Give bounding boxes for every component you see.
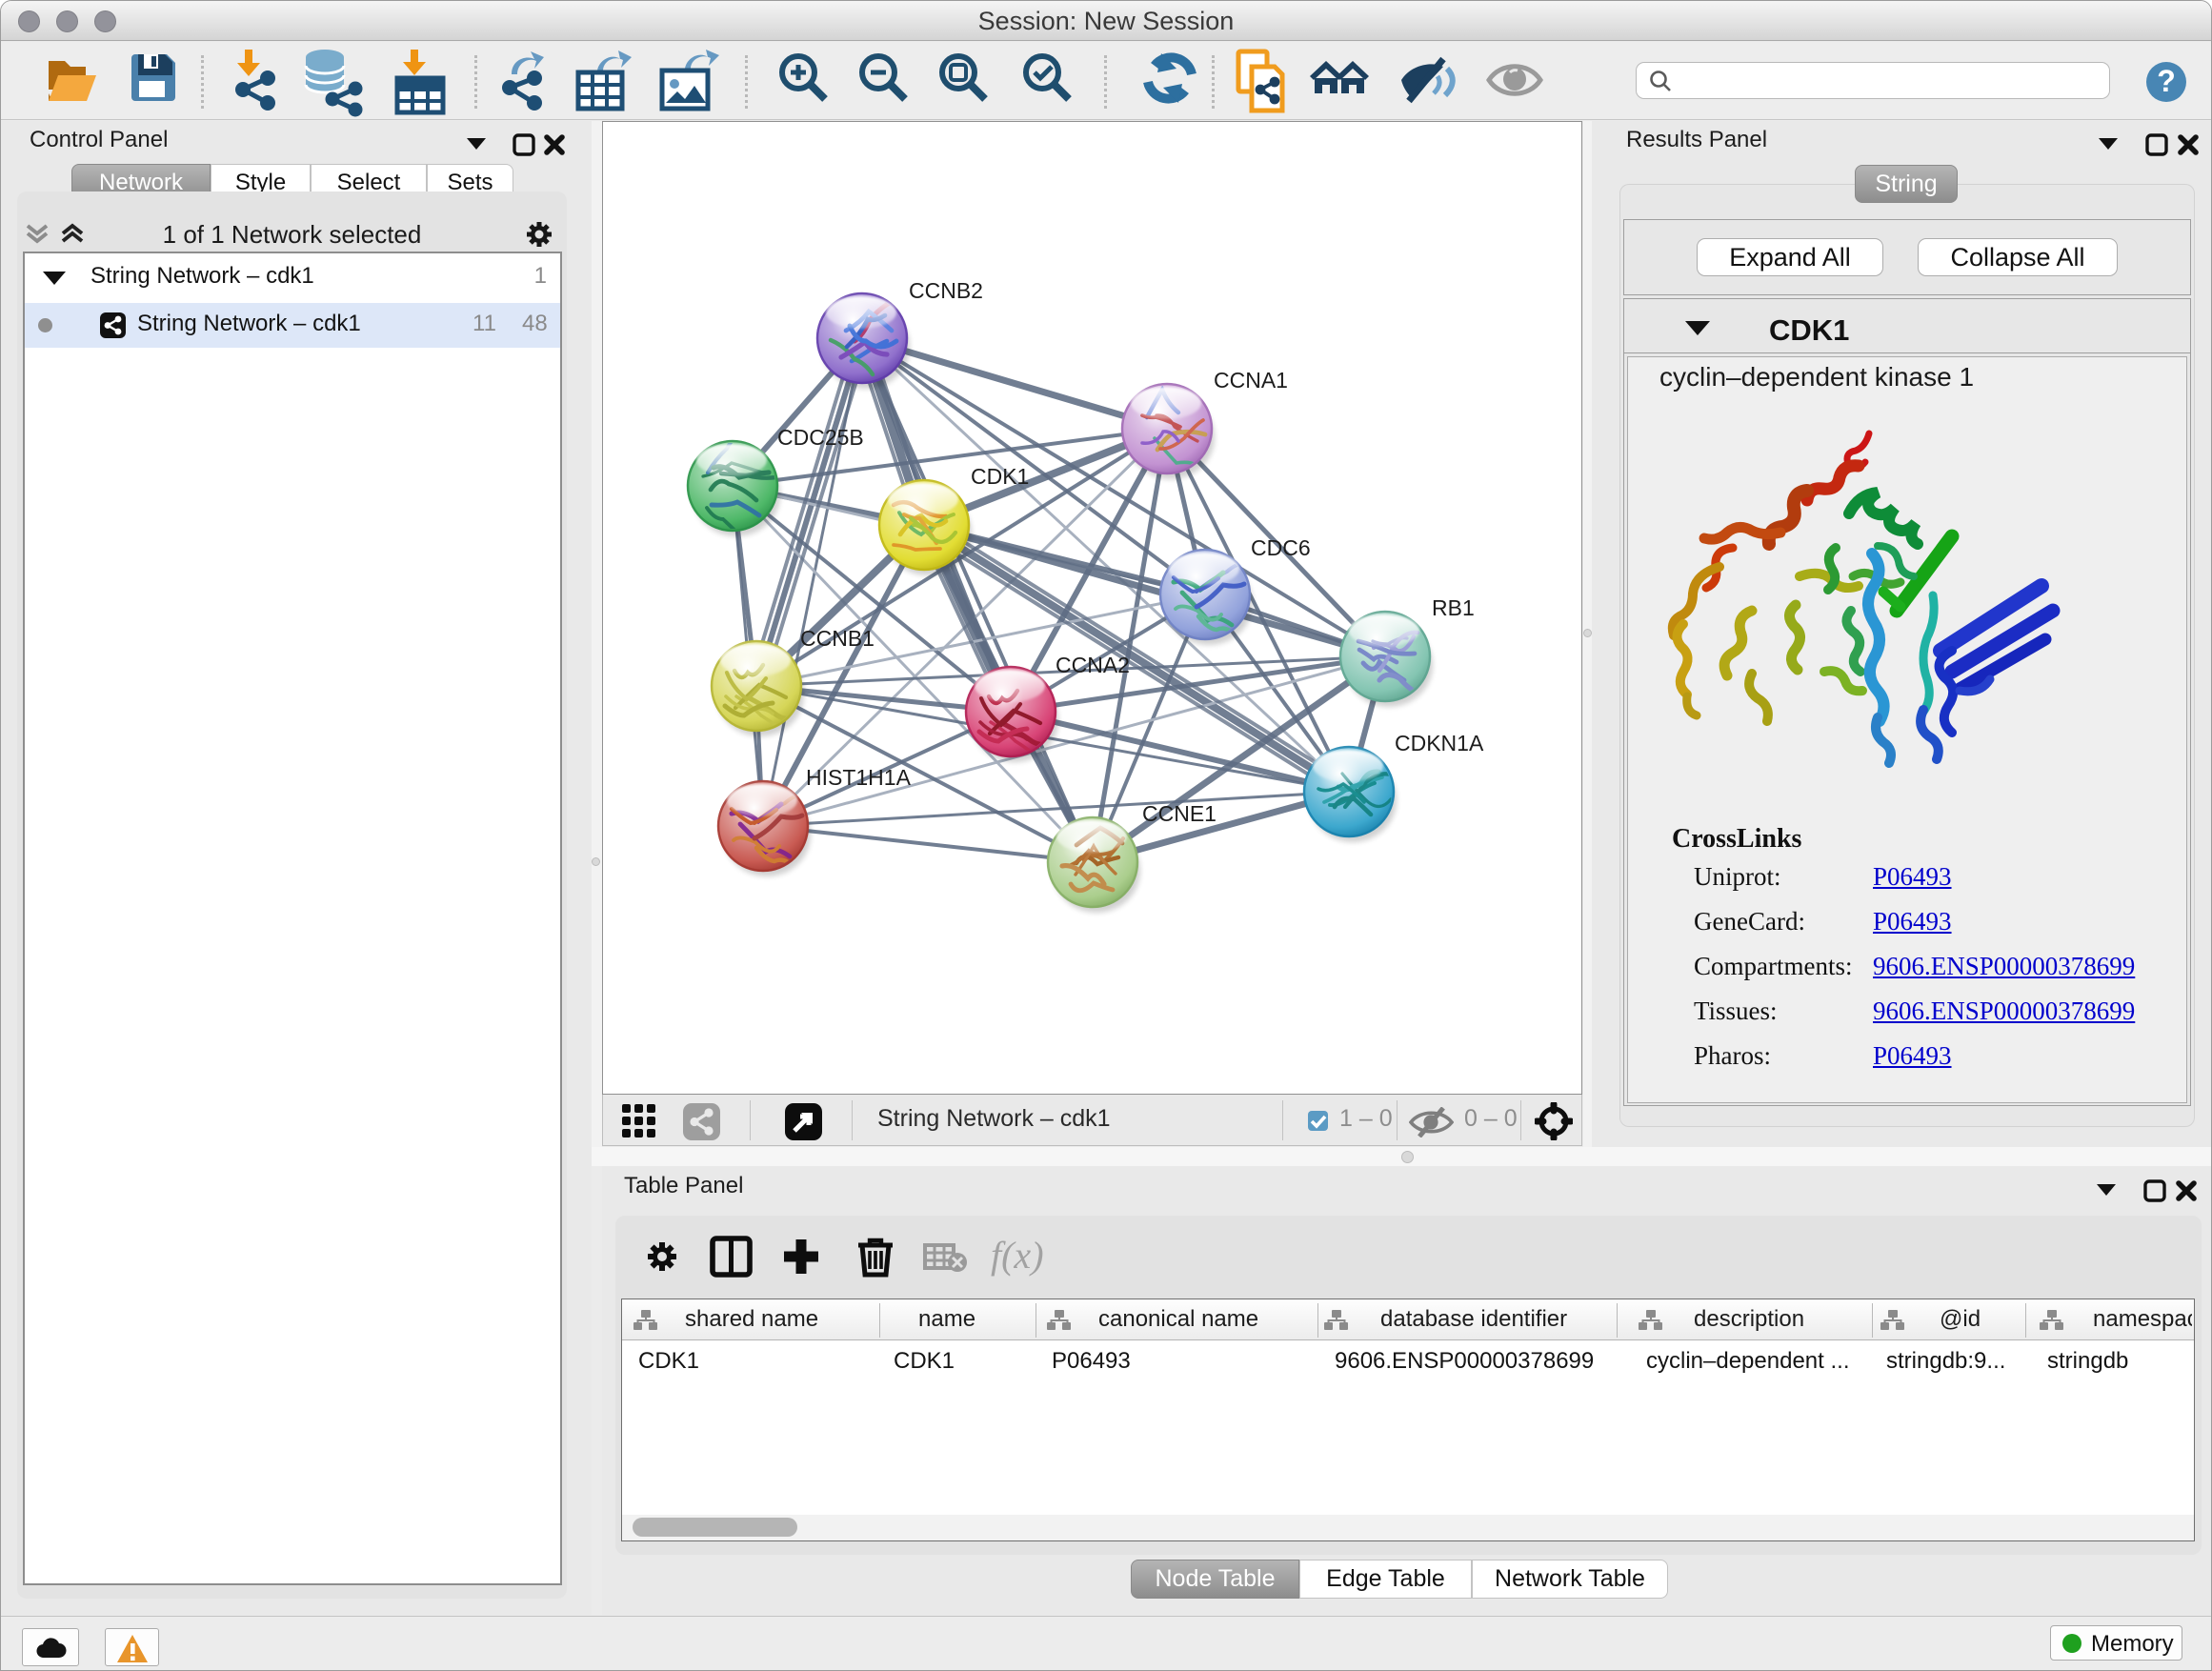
svg-text:RB1: RB1 <box>1432 595 1475 620</box>
svg-text:?: ? <box>2157 64 2176 98</box>
svg-text:CCNB1: CCNB1 <box>800 626 875 651</box>
svg-text:HIST1H1A: HIST1H1A <box>806 765 912 790</box>
svg-text:CCNA1: CCNA1 <box>1214 368 1288 393</box>
svg-text:CCNE1: CCNE1 <box>1142 801 1217 826</box>
svg-text:CDC25B: CDC25B <box>777 425 864 450</box>
svg-text:CCNA2: CCNA2 <box>1056 653 1130 677</box>
svg-text:CDKN1A: CDKN1A <box>1395 731 1484 755</box>
svg-text:CCNB2: CCNB2 <box>909 278 983 303</box>
svg-text:CDK1: CDK1 <box>971 464 1029 489</box>
svg-text:f(x): f(x) <box>991 1236 1044 1277</box>
svg-text:CDC6: CDC6 <box>1251 535 1311 560</box>
